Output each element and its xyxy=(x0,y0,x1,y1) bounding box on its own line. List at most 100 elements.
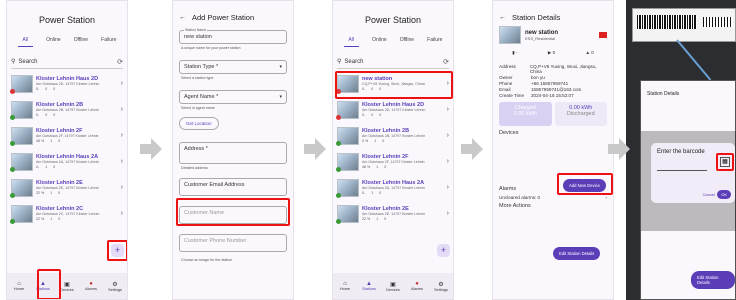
station-thumbnail xyxy=(336,126,359,146)
list-item[interactable]: Kloster Lehnin 2F Am Gutshaus 2F, 14797 K… xyxy=(10,124,123,147)
barcode-label-photo xyxy=(632,8,736,42)
nav-alarms[interactable]: ● Alarms xyxy=(80,281,102,291)
station-type-select[interactable]: Station Type * ▾ xyxy=(179,60,287,74)
address-field[interactable]: Address * xyxy=(179,142,287,164)
nav-settings[interactable]: ⚙ Settings xyxy=(104,281,126,292)
flow-arrow xyxy=(608,138,630,160)
phone-station-details: ← Station Details new station ESS_Residen… xyxy=(492,0,614,300)
station-thumbnail xyxy=(10,100,33,120)
barcode-input[interactable] xyxy=(657,161,707,171)
phone-station-list: Power Station All Online Offline Failure… xyxy=(6,0,128,300)
station-thumbnail xyxy=(336,152,359,172)
tab-online[interactable]: Online xyxy=(372,37,386,47)
station-thumbnail xyxy=(336,204,359,224)
barcode-photo-panel: Station Details Enter the barcode ▦ Canc… xyxy=(626,0,736,300)
station-type: ESS_Residential xyxy=(525,35,556,41)
highlight-box xyxy=(335,71,453,99)
station-name-field[interactable]: Station Name new station xyxy=(179,28,287,44)
station-thumbnail xyxy=(10,204,33,224)
list-item[interactable]: Kloster Lehnin Haus 2D Am Gutshaus 2D, 14… xyxy=(10,72,123,95)
search-icon: ⚲ xyxy=(11,59,16,65)
station-thumbnail xyxy=(10,126,33,146)
list-item[interactable]: Kloster Lehnin 2E Am Gutshaus 2E, 14797 K… xyxy=(336,202,449,225)
filter-tabs: All Online Offline Failure xyxy=(7,37,127,47)
page-title: Power Station xyxy=(364,15,422,25)
refresh-icon[interactable]: ⟳ xyxy=(117,58,123,66)
list-item[interactable]: Kloster Lehnin 2C Am Gutshaus 2C, 14797 K… xyxy=(10,202,123,225)
pointer-arrow xyxy=(676,39,712,81)
phone-add-station: ← Add Power Station Station Name new stati… xyxy=(172,0,294,300)
tab-offline[interactable]: Offline xyxy=(74,37,88,47)
tab-all[interactable]: All xyxy=(17,37,34,47)
highlight-box xyxy=(37,269,61,299)
nav-home[interactable]: ⌂ Home xyxy=(334,281,356,291)
edit-station-button[interactable]: Edit Station Details xyxy=(691,271,735,289)
gear-icon: ⚙ xyxy=(438,281,444,288)
flow-arrow xyxy=(461,138,483,160)
chevron-right-icon: › xyxy=(446,210,449,217)
get-location-button[interactable]: Get Location xyxy=(179,117,219,130)
highlight-box xyxy=(107,240,127,261)
station-thumbnail xyxy=(499,26,521,44)
back-arrow-icon[interactable]: ← xyxy=(499,14,506,21)
search-icon: ⚲ xyxy=(337,59,342,65)
customer-phone-field[interactable]: Customer Phone Number xyxy=(179,234,287,252)
tab-failure[interactable]: Failure xyxy=(101,37,116,47)
list-item[interactable]: Kloster Lehnin 2B Am Gutshaus 2B, 14797 K… xyxy=(336,124,449,147)
agent-name-select[interactable]: Agent Name * ▾ xyxy=(179,90,287,104)
chevron-right-icon: › xyxy=(120,210,123,217)
dropdown-icon: ▾ xyxy=(279,64,282,70)
search-input[interactable]: ⚲ Search ⟳ xyxy=(337,55,449,69)
device-icon: ▣ xyxy=(390,281,396,288)
phone-barcode-dialog: Station Details Enter the barcode ▦ Canc… xyxy=(640,80,736,300)
highlight-box xyxy=(176,198,290,226)
highlight-box xyxy=(557,173,613,195)
chevron-right-icon: › xyxy=(446,158,449,165)
dropdown-icon: ▾ xyxy=(279,94,282,100)
list-item[interactable]: Kloster Lehnin 2E Am Gutshaus 2E, 14797 K… xyxy=(10,176,123,199)
ok-button[interactable]: OK xyxy=(717,190,731,199)
flow-arrow xyxy=(140,138,162,160)
refresh-icon[interactable]: ⟳ xyxy=(443,58,449,66)
station-thumbnail xyxy=(336,100,359,120)
gear-icon: ⚙ xyxy=(112,281,118,288)
chevron-right-icon: › xyxy=(120,132,123,139)
page-title: Station Details xyxy=(512,13,561,22)
station-list: Kloster Lehnin Haus 2D Am Gutshaus 2D, 14… xyxy=(7,72,127,225)
edit-station-button[interactable]: Edit Station Details xyxy=(553,247,601,260)
phone-station-list-updated: Power Station All Online Offline Failure… xyxy=(332,0,454,300)
list-item[interactable]: Kloster Lehnin 2F Am Gutshaus 2F, 14797 K… xyxy=(336,150,449,173)
filter-tabs: All Online Offline Failure xyxy=(333,37,453,47)
station-thumbnail xyxy=(10,152,33,172)
chevron-right-icon: › xyxy=(446,184,449,191)
station-thumbnail xyxy=(10,178,33,198)
tab-online[interactable]: Online xyxy=(46,37,60,47)
search-input[interactable]: ⚲ Search ⟳ xyxy=(11,55,123,69)
list-item[interactable]: Kloster Lehnin Haus 2D Am Gutshaus 2D, 14… xyxy=(336,98,449,121)
nav-stations[interactable]: ▲ Stations xyxy=(358,281,380,291)
customer-email-field[interactable]: Customer Email Address xyxy=(179,178,287,196)
highlight-box xyxy=(716,153,734,171)
nav-home[interactable]: ⌂ Home xyxy=(8,281,30,291)
nav-settings[interactable]: ⚙ Settings xyxy=(430,281,452,292)
tab-offline[interactable]: Offline xyxy=(400,37,414,47)
cancel-button[interactable]: Cancel xyxy=(703,192,715,197)
nav-devices[interactable]: ▣ Devices xyxy=(382,281,404,292)
list-item[interactable]: Kloster Lehnin 2B Am Gutshaus 2B, 14797 K… xyxy=(10,98,123,121)
page-title: Power Station xyxy=(38,15,96,25)
nav-alarms[interactable]: ● Alarms xyxy=(406,281,428,291)
tab-all[interactable]: All xyxy=(343,37,360,47)
chevron-right-icon: › xyxy=(120,106,123,113)
bottom-navigation: ⌂ Home ▲ Stations ▣ Devices ● Alarms ⚙ Settin… xyxy=(7,273,127,299)
uncleared-alarms-row[interactable]: Uncleared alarms: 0 › xyxy=(499,195,607,200)
page-title: Add Power Station xyxy=(192,13,255,22)
list-item[interactable]: Kloster Lehnin Haus 2A Am Gutshaus 2A, 14… xyxy=(336,176,449,199)
station-thumbnail xyxy=(10,74,33,94)
chevron-right-icon: › xyxy=(446,132,449,139)
add-station-button[interactable]: + xyxy=(437,244,450,257)
chevron-right-icon: › xyxy=(446,106,449,113)
tab-failure[interactable]: Failure xyxy=(427,37,442,47)
back-arrow-icon[interactable]: ← xyxy=(179,14,186,21)
list-item[interactable]: Kloster Lehnin Haus 2A Am Gutshaus 2A, 14… xyxy=(10,150,123,173)
flow-arrow xyxy=(304,138,326,160)
